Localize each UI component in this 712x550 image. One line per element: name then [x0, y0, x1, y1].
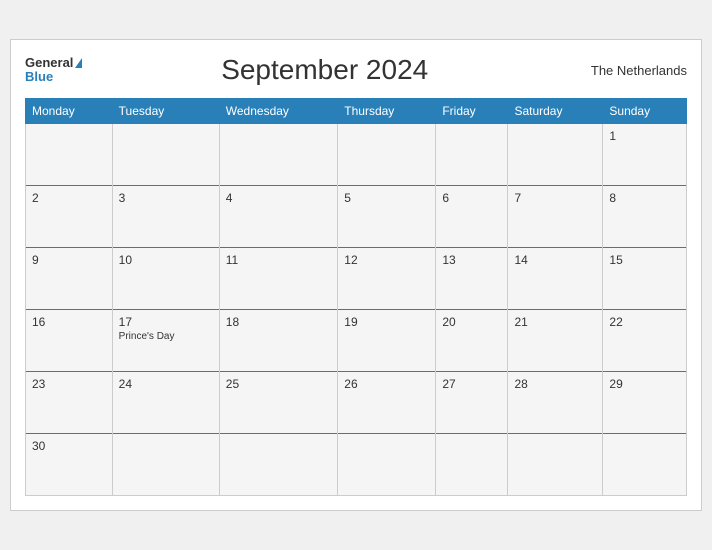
calendar-cell	[436, 124, 508, 186]
header-wednesday: Wednesday	[219, 99, 338, 124]
calendar-cell	[436, 434, 508, 496]
calendar-cell: 23	[26, 372, 113, 434]
calendar-table: Monday Tuesday Wednesday Thursday Friday…	[25, 98, 687, 496]
calendar-cell: 8	[603, 186, 687, 248]
calendar-body: 1234567891011121314151617Prince's Day181…	[26, 124, 687, 496]
calendar-cell: 25	[219, 372, 338, 434]
calendar-cell: 17 Prince's Day	[112, 310, 219, 372]
logo-general-text: General	[25, 56, 82, 70]
day-number: 13	[442, 253, 501, 267]
calendar-cell: 1	[603, 124, 687, 186]
calendar-cell: 10	[112, 248, 219, 310]
calendar-cell	[508, 124, 603, 186]
day-number: 12	[344, 253, 429, 267]
header-tuesday: Tuesday	[112, 99, 219, 124]
table-row: 16 17 Prince's Day 18 19 20 21 22	[26, 310, 687, 372]
calendar-cell: 22	[603, 310, 687, 372]
calendar-cell	[112, 434, 219, 496]
table-row: 9 10 11 12 13 14 15	[26, 248, 687, 310]
logo-triangle-icon	[75, 58, 82, 68]
table-row: 30	[26, 434, 687, 496]
calendar-cell: 13	[436, 248, 508, 310]
days-of-week-row: Monday Tuesday Wednesday Thursday Friday…	[26, 99, 687, 124]
header-saturday: Saturday	[508, 99, 603, 124]
day-number: 29	[609, 377, 680, 391]
day-number: 18	[226, 315, 332, 329]
day-number: 8	[609, 191, 680, 205]
calendar-cell: 20	[436, 310, 508, 372]
calendar-cell: 4	[219, 186, 338, 248]
calendar-cell: 14	[508, 248, 603, 310]
calendar-cell	[603, 434, 687, 496]
calendar-cell	[219, 124, 338, 186]
day-number: 16	[32, 315, 106, 329]
table-row: 23 24 25 26 27 28 29	[26, 372, 687, 434]
table-row: 1	[26, 124, 687, 186]
day-number: 23	[32, 377, 106, 391]
day-number: 15	[609, 253, 680, 267]
day-number: 19	[344, 315, 429, 329]
calendar-cell: 24	[112, 372, 219, 434]
calendar-cell: 18	[219, 310, 338, 372]
calendar-cell: 26	[338, 372, 436, 434]
calendar-cell: 5	[338, 186, 436, 248]
calendar-cell	[508, 434, 603, 496]
day-number: 9	[32, 253, 106, 267]
calendar: General Blue September 2024 The Netherla…	[10, 39, 702, 511]
calendar-cell: 19	[338, 310, 436, 372]
calendar-header-row: Monday Tuesday Wednesday Thursday Friday…	[26, 99, 687, 124]
header-monday: Monday	[26, 99, 113, 124]
day-number: 5	[344, 191, 429, 205]
day-number: 22	[609, 315, 680, 329]
day-number: 21	[514, 315, 596, 329]
month-title: September 2024	[82, 54, 567, 86]
logo: General Blue	[25, 56, 82, 85]
calendar-cell: 21	[508, 310, 603, 372]
day-number: 11	[226, 253, 332, 267]
calendar-cell	[338, 434, 436, 496]
logo-blue-text: Blue	[25, 70, 82, 84]
event-label: Prince's Day	[119, 331, 213, 342]
calendar-cell	[338, 124, 436, 186]
calendar-cell: 2	[26, 186, 113, 248]
day-number: 6	[442, 191, 501, 205]
calendar-cell: 9	[26, 248, 113, 310]
calendar-cell: 30	[26, 434, 113, 496]
calendar-cell	[219, 434, 338, 496]
calendar-cell	[112, 124, 219, 186]
day-number: 28	[514, 377, 596, 391]
calendar-cell: 12	[338, 248, 436, 310]
day-number: 3	[119, 191, 213, 205]
calendar-cell: 16	[26, 310, 113, 372]
day-number: 24	[119, 377, 213, 391]
header-sunday: Sunday	[603, 99, 687, 124]
day-number: 10	[119, 253, 213, 267]
calendar-cell: 15	[603, 248, 687, 310]
calendar-cell: 6	[436, 186, 508, 248]
day-number: 20	[442, 315, 501, 329]
day-number: 25	[226, 377, 332, 391]
day-number: 2	[32, 191, 106, 205]
day-number: 27	[442, 377, 501, 391]
header-thursday: Thursday	[338, 99, 436, 124]
calendar-cell: 28	[508, 372, 603, 434]
table-row: 2345678	[26, 186, 687, 248]
calendar-cell: 29	[603, 372, 687, 434]
day-number: 26	[344, 377, 429, 391]
country-label: The Netherlands	[567, 63, 687, 78]
day-number: 14	[514, 253, 596, 267]
day-number: 1	[609, 129, 680, 143]
day-number: 17	[119, 315, 213, 329]
day-number: 30	[32, 439, 106, 453]
header-friday: Friday	[436, 99, 508, 124]
day-number: 7	[514, 191, 596, 205]
calendar-cell: 3	[112, 186, 219, 248]
calendar-cell: 7	[508, 186, 603, 248]
calendar-cell: 11	[219, 248, 338, 310]
calendar-cell: 27	[436, 372, 508, 434]
calendar-cell	[26, 124, 113, 186]
day-number: 4	[226, 191, 332, 205]
calendar-header: General Blue September 2024 The Netherla…	[25, 50, 687, 90]
